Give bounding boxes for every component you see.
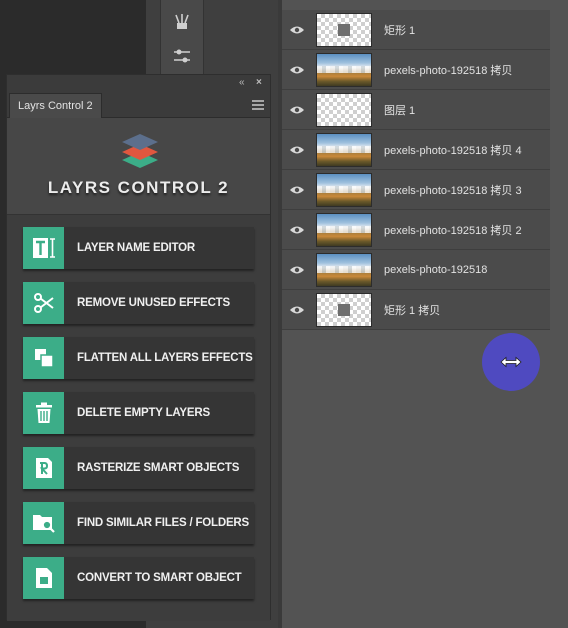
layer-row[interactable]: 矩形 1 拷贝 xyxy=(282,290,550,330)
button-label: RASTERIZE SMART OBJECTS xyxy=(77,462,240,474)
layer-name: pexels-photo-192518 拷贝 2 xyxy=(384,224,522,237)
eye-icon xyxy=(290,26,304,33)
smart-object-icon xyxy=(23,557,64,599)
layer-thumbnail xyxy=(316,132,372,167)
layer-name: pexels-photo-192518 xyxy=(384,263,488,276)
folder-search-icon xyxy=(23,502,64,544)
panel-actions: LAYER NAME EDITOR REMOVE UNUSED EFFECTS xyxy=(7,214,270,621)
resize-horizontal-cursor-icon xyxy=(500,356,522,368)
layers-stack-logo-icon xyxy=(122,134,158,168)
layers-panel: 矩形 1 pexels-photo-192518 拷贝 图层 1 pexels-… xyxy=(282,0,568,628)
eye-icon xyxy=(290,146,304,153)
panel-title: LAYRS CONTROL 2 xyxy=(47,178,230,197)
tool-presets-button[interactable] xyxy=(167,42,197,70)
find-similar-files-folders-button[interactable]: FIND SIMILAR FILES / FOLDERS xyxy=(23,502,254,544)
layer-thumbnail xyxy=(316,212,372,247)
layer-row[interactable]: pexels-photo-192518 拷贝 2 xyxy=(282,210,550,250)
drag-cursor-indicator xyxy=(482,333,540,391)
button-label: FIND SIMILAR FILES / FOLDERS xyxy=(77,517,250,529)
panel-drag-bar[interactable]: « × xyxy=(7,75,270,91)
trash-icon xyxy=(23,392,64,434)
layer-thumbnail xyxy=(316,292,372,327)
tool-presets-icon xyxy=(174,49,190,63)
eye-icon xyxy=(290,226,304,233)
layer-thumbnail xyxy=(316,252,372,287)
layer-thumbnail xyxy=(316,52,372,87)
layer-name-editor-button[interactable]: LAYER NAME EDITOR xyxy=(23,227,254,269)
remove-unused-effects-button[interactable]: REMOVE UNUSED EFFECTS xyxy=(23,282,254,324)
visibility-toggle[interactable] xyxy=(282,185,312,195)
rasterize-smart-objects-button[interactable]: RASTERIZE SMART OBJECTS xyxy=(23,447,254,489)
visibility-toggle[interactable] xyxy=(282,25,312,35)
eye-icon xyxy=(290,66,304,73)
button-label: DELETE EMPTY LAYERS xyxy=(77,407,210,419)
rasterize-icon xyxy=(23,447,64,489)
convert-to-smart-object-button[interactable]: CONVERT TO SMART OBJECT xyxy=(23,557,254,599)
brush-tools-button[interactable] xyxy=(167,8,197,36)
eye-icon xyxy=(290,306,304,313)
layer-name: pexels-photo-192518 拷贝 4 xyxy=(384,144,522,157)
visibility-toggle[interactable] xyxy=(282,305,312,315)
layer-name: pexels-photo-192518 拷贝 xyxy=(384,64,513,77)
visibility-toggle[interactable] xyxy=(282,225,312,235)
layer-row[interactable]: 图层 1 xyxy=(282,90,550,130)
layer-name: 图层 1 xyxy=(384,104,416,117)
layer-row[interactable]: 矩形 1 xyxy=(282,10,550,50)
layer-row[interactable]: pexels-photo-192518 拷贝 3 xyxy=(282,170,550,210)
flatten-icon xyxy=(23,337,64,379)
layer-row[interactable]: pexels-photo-192518 拷贝 4 xyxy=(282,130,550,170)
flatten-all-layers-effects-button[interactable]: FLATTEN ALL LAYERS EFFECTS xyxy=(23,337,254,379)
visibility-toggle[interactable] xyxy=(282,265,312,275)
visibility-toggle[interactable] xyxy=(282,105,312,115)
layer-row[interactable]: pexels-photo-192518 拷贝 xyxy=(282,50,550,90)
panel-header: LAYRS CONTROL 2 xyxy=(7,118,270,214)
delete-empty-layers-button[interactable]: DELETE EMPTY LAYERS xyxy=(23,392,254,434)
layer-name: 矩形 1 拷贝 xyxy=(384,304,441,317)
layer-name: pexels-photo-192518 拷贝 3 xyxy=(384,184,522,197)
visibility-toggle[interactable] xyxy=(282,145,312,155)
layrs-control-panel: « × Layrs Control 2 LAYRS CONTROL 2 LAYE… xyxy=(6,74,271,621)
button-label: REMOVE UNUSED EFFECTS xyxy=(77,297,230,309)
tool-strip xyxy=(160,0,204,78)
brushes-icon xyxy=(175,14,189,29)
scissors-icon xyxy=(23,282,64,324)
eye-icon xyxy=(290,186,304,193)
panel-tab-bar: Layrs Control 2 xyxy=(7,91,270,118)
text-edit-icon xyxy=(23,227,64,269)
eye-icon xyxy=(290,106,304,113)
layer-row[interactable]: pexels-photo-192518 xyxy=(282,250,550,290)
layer-thumbnail xyxy=(316,172,372,207)
layrs-logo xyxy=(120,128,160,172)
panel-menu-button[interactable] xyxy=(252,97,264,115)
button-label: LAYER NAME EDITOR xyxy=(77,242,196,254)
collapse-icon[interactable]: « xyxy=(239,76,245,90)
button-label: CONVERT TO SMART OBJECT xyxy=(77,572,242,584)
hamburger-menu-icon xyxy=(252,100,264,110)
visibility-toggle[interactable] xyxy=(282,65,312,75)
layer-thumbnail xyxy=(316,12,372,47)
button-label: FLATTEN ALL LAYERS EFFECTS xyxy=(77,352,253,364)
eye-icon xyxy=(290,266,304,273)
tab-layrs-control[interactable]: Layrs Control 2 xyxy=(9,93,102,118)
close-icon[interactable]: × xyxy=(256,76,262,90)
layer-thumbnail xyxy=(316,92,372,127)
layer-name: 矩形 1 xyxy=(384,24,416,37)
